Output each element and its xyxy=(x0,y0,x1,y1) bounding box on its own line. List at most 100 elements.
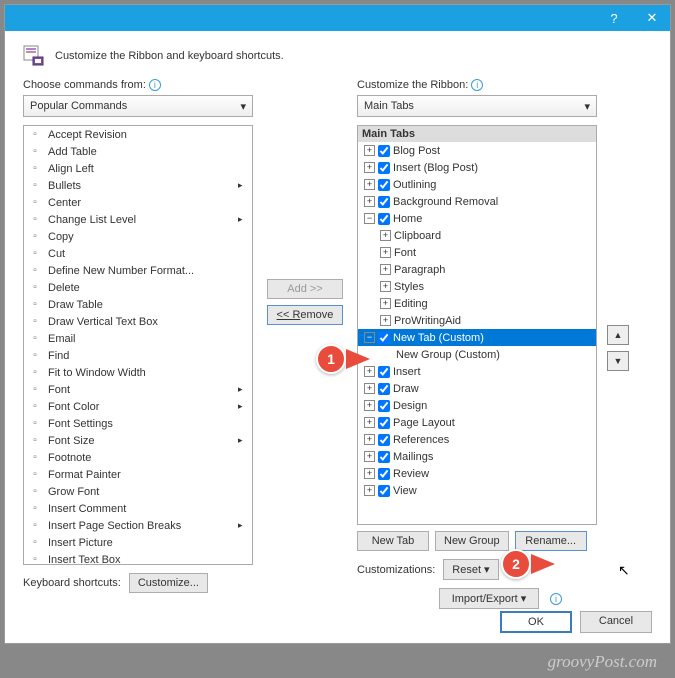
tree-node[interactable]: −New Tab (Custom) xyxy=(358,329,596,346)
tree-node[interactable]: +Review xyxy=(358,465,596,482)
expand-icon[interactable]: + xyxy=(364,434,375,445)
list-item[interactable]: ▫Font Size▸ xyxy=(24,432,252,449)
tree-node[interactable]: New Group (Custom) xyxy=(358,346,596,363)
list-item[interactable]: ▫Insert Comment xyxy=(24,500,252,517)
tree-checkbox[interactable] xyxy=(378,179,390,191)
customize-ribbon-combo[interactable]: Main Tabs▾ xyxy=(357,95,597,117)
list-item[interactable]: ▫Email xyxy=(24,330,252,347)
tree-node[interactable]: +Page Layout xyxy=(358,414,596,431)
expand-icon[interactable]: + xyxy=(364,400,375,411)
close-button[interactable]: ✕ xyxy=(642,8,662,28)
commands-from-combo[interactable]: Popular Commands▾ xyxy=(23,95,253,117)
list-item[interactable]: ▫Cut xyxy=(24,245,252,262)
expand-icon[interactable]: + xyxy=(380,315,391,326)
list-item[interactable]: ▫Font Settings xyxy=(24,415,252,432)
tree-checkbox[interactable] xyxy=(378,332,390,344)
help-button[interactable]: ? xyxy=(604,8,624,28)
tree-node[interactable]: +Styles xyxy=(358,278,596,295)
cancel-button[interactable]: Cancel xyxy=(580,611,652,633)
list-item[interactable]: ▫Align Left xyxy=(24,160,252,177)
expand-icon[interactable]: + xyxy=(364,451,375,462)
tree-node[interactable]: +Paragraph xyxy=(358,261,596,278)
expand-icon[interactable]: + xyxy=(364,196,375,207)
tree-checkbox[interactable] xyxy=(378,417,390,429)
expand-icon[interactable]: + xyxy=(364,162,375,173)
move-up-button[interactable]: ▲ xyxy=(607,325,629,345)
tree-checkbox[interactable] xyxy=(378,485,390,497)
new-tab-button[interactable]: New Tab xyxy=(357,531,429,551)
list-item[interactable]: ▫Draw Table xyxy=(24,296,252,313)
reset-button[interactable]: Reset ▾ xyxy=(443,559,498,580)
tree-checkbox[interactable] xyxy=(378,434,390,446)
commands-listbox[interactable]: ▫Accept Revision▫Add Table▫Align Left▫Bu… xyxy=(23,125,253,565)
list-item[interactable]: ▫Format Painter xyxy=(24,466,252,483)
tree-node[interactable]: +Insert (Blog Post) xyxy=(358,159,596,176)
list-item[interactable]: ▫Delete xyxy=(24,279,252,296)
rename-button[interactable]: Rename... xyxy=(515,531,587,551)
tree-checkbox[interactable] xyxy=(378,366,390,378)
customize-shortcuts-button[interactable]: Customize... xyxy=(129,573,208,593)
expand-icon[interactable]: + xyxy=(380,298,391,309)
list-item[interactable]: ▫Font▸ xyxy=(24,381,252,398)
list-item[interactable]: ▫Bullets▸ xyxy=(24,177,252,194)
tree-node[interactable]: +ProWritingAid xyxy=(358,312,596,329)
expand-icon[interactable]: + xyxy=(380,230,391,241)
tree-node[interactable]: +Mailings xyxy=(358,448,596,465)
list-item[interactable]: ▫Font Color▸ xyxy=(24,398,252,415)
expand-icon[interactable]: + xyxy=(364,383,375,394)
list-item[interactable]: ▫Copy xyxy=(24,228,252,245)
expand-icon[interactable]: − xyxy=(364,213,375,224)
add-button[interactable]: Add >> xyxy=(267,279,343,299)
tree-node[interactable]: −Home xyxy=(358,210,596,227)
remove-button[interactable]: << Remove xyxy=(267,305,343,325)
list-item[interactable]: ▫Grow Font xyxy=(24,483,252,500)
tree-node[interactable]: +References xyxy=(358,431,596,448)
tree-checkbox[interactable] xyxy=(378,145,390,157)
expand-icon[interactable]: + xyxy=(380,264,391,275)
expand-icon[interactable]: − xyxy=(364,332,375,343)
list-item[interactable]: ▫Fit to Window Width xyxy=(24,364,252,381)
list-item[interactable]: ▫Insert Text Box xyxy=(24,551,252,565)
tree-checkbox[interactable] xyxy=(378,196,390,208)
tree-checkbox[interactable] xyxy=(378,468,390,480)
new-group-button[interactable]: New Group xyxy=(435,531,509,551)
expand-icon[interactable]: + xyxy=(364,468,375,479)
list-item[interactable]: ▫Insert Picture xyxy=(24,534,252,551)
tree-node[interactable]: +Draw xyxy=(358,380,596,397)
expand-icon[interactable]: + xyxy=(364,485,375,496)
tree-checkbox[interactable] xyxy=(378,213,390,225)
list-item[interactable]: ▫Change List Level▸ xyxy=(24,211,252,228)
tree-node[interactable]: +View xyxy=(358,482,596,499)
list-item[interactable]: ▫Insert Page Section Breaks▸ xyxy=(24,517,252,534)
tree-node[interactable]: +Background Removal xyxy=(358,193,596,210)
tree-checkbox[interactable] xyxy=(378,451,390,463)
tree-checkbox[interactable] xyxy=(378,162,390,174)
info-icon[interactable]: i xyxy=(550,593,562,605)
info-icon[interactable]: i xyxy=(471,79,483,91)
expand-icon[interactable]: + xyxy=(364,179,375,190)
list-item[interactable]: ▫Footnote xyxy=(24,449,252,466)
move-down-button[interactable]: ▼ xyxy=(607,351,629,371)
tree-checkbox[interactable] xyxy=(378,400,390,412)
list-item[interactable]: ▫Add Table xyxy=(24,143,252,160)
expand-icon[interactable]: + xyxy=(380,281,391,292)
list-item[interactable]: ▫Define New Number Format... xyxy=(24,262,252,279)
tree-node[interactable]: +Editing xyxy=(358,295,596,312)
info-icon[interactable]: i xyxy=(149,79,161,91)
list-item[interactable]: ▫Find xyxy=(24,347,252,364)
import-export-button[interactable]: Import/Export ▾ xyxy=(439,588,539,609)
tree-node[interactable]: +Design xyxy=(358,397,596,414)
list-item[interactable]: ▫Draw Vertical Text Box xyxy=(24,313,252,330)
tree-node[interactable]: +Outlining xyxy=(358,176,596,193)
expand-icon[interactable]: + xyxy=(380,247,391,258)
tree-node[interactable]: +Clipboard xyxy=(358,227,596,244)
list-item[interactable]: ▫Accept Revision xyxy=(24,126,252,143)
expand-icon[interactable]: + xyxy=(364,417,375,428)
tree-node[interactable]: +Blog Post xyxy=(358,142,596,159)
tree-node[interactable]: +Insert xyxy=(358,363,596,380)
ribbon-tree[interactable]: Main Tabs +Blog Post+Insert (Blog Post)+… xyxy=(357,125,597,525)
list-item[interactable]: ▫Center xyxy=(24,194,252,211)
ok-button[interactable]: OK xyxy=(500,611,572,633)
expand-icon[interactable]: + xyxy=(364,145,375,156)
tree-node[interactable]: +Font xyxy=(358,244,596,261)
